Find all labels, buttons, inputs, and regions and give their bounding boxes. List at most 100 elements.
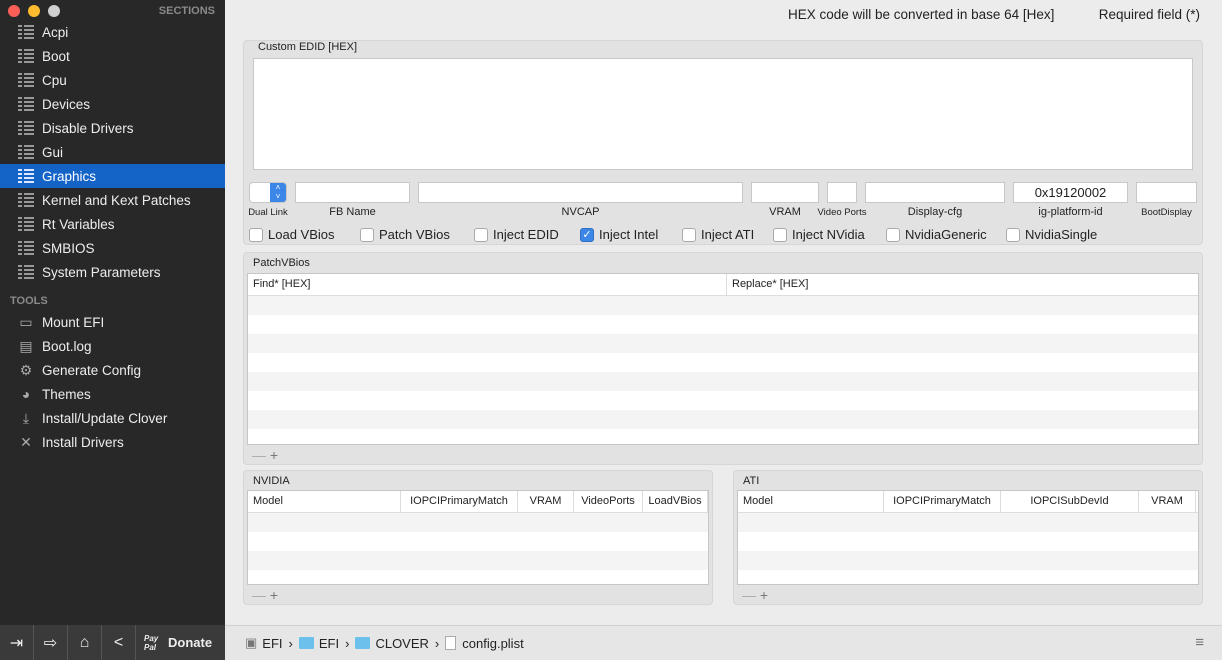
- sidebar-item-acpi[interactable]: Acpi: [0, 20, 225, 44]
- sidebar-item-disable-drivers[interactable]: Disable Drivers: [0, 116, 225, 140]
- add-row-button[interactable]: +: [270, 447, 278, 463]
- fb-name-input[interactable]: [295, 182, 410, 203]
- remove-row-button[interactable]: —: [252, 587, 266, 603]
- breadcrumb-item[interactable]: EFI: [262, 636, 282, 651]
- ati-table[interactable]: Model IOPCIPrimaryMatch IOPCISubDevId VR…: [737, 490, 1199, 585]
- column-header-iopciprimarymatch[interactable]: IOPCIPrimaryMatch: [884, 491, 1001, 512]
- remove-row-button[interactable]: —: [742, 587, 756, 603]
- display-cfg-label: Display-cfg: [907, 206, 963, 218]
- table-row[interactable]: [248, 513, 708, 532]
- tool-item-install-drivers[interactable]: ✕ Install Drivers: [0, 430, 225, 454]
- sidebar-item-label: Acpi: [42, 24, 69, 40]
- patchvbios-controls: — +: [252, 447, 278, 463]
- minimize-window-button[interactable]: [28, 5, 40, 17]
- table-row[interactable]: [248, 551, 708, 570]
- table-row[interactable]: [248, 372, 1198, 391]
- checkbox-inject-ati[interactable]: Inject ATI: [682, 227, 754, 242]
- vram-input[interactable]: [751, 182, 819, 203]
- breadcrumb-item[interactable]: EFI: [319, 636, 339, 651]
- column-header-replace[interactable]: Replace* [HEX]: [727, 274, 1198, 295]
- sidebar-item-smbios[interactable]: SMBIOS: [0, 236, 225, 260]
- add-row-button[interactable]: +: [760, 587, 768, 603]
- tool-item-install-update-clover[interactable]: ⤓ Install/Update Clover: [0, 406, 225, 430]
- nvidia-table[interactable]: Model IOPCIPrimaryMatch VRAM VideoPorts …: [247, 490, 709, 585]
- donate-button[interactable]: Pay Pal Donate: [136, 625, 212, 660]
- checkbox-box: [474, 227, 488, 242]
- column-header-iopciprimarymatch[interactable]: IOPCIPrimaryMatch: [401, 491, 518, 512]
- zoom-window-button[interactable]: [48, 5, 60, 17]
- add-row-button[interactable]: +: [270, 587, 278, 603]
- checkbox-nvidiasingle[interactable]: NvidiaSingle: [1006, 227, 1097, 242]
- column-header-videoports[interactable]: VideoPorts: [574, 491, 643, 512]
- nvidia-label: NVIDIA: [253, 475, 290, 487]
- tool-item-generate-config[interactable]: ⚙ Generate Config: [0, 358, 225, 382]
- sidebar-item-kernel-and-kext-patches[interactable]: Kernel and Kext Patches: [0, 188, 225, 212]
- table-row[interactable]: [248, 334, 1198, 353]
- sidebar-item-cpu[interactable]: Cpu: [0, 68, 225, 92]
- close-window-button[interactable]: [8, 5, 20, 17]
- table-row[interactable]: [738, 513, 1198, 532]
- custom-edid-textarea[interactable]: [253, 58, 1193, 170]
- import-button[interactable]: ⇥: [0, 625, 34, 660]
- checkbox-box: [886, 227, 900, 242]
- column-header-model[interactable]: Model: [248, 491, 401, 512]
- table-row[interactable]: [248, 353, 1198, 372]
- breadcrumb-separator: ›: [434, 635, 440, 651]
- menu-lines-icon[interactable]: ≡: [1195, 634, 1204, 651]
- column-header-vram[interactable]: VRAM: [1139, 491, 1196, 512]
- table-row[interactable]: [248, 391, 1198, 410]
- sidebar-item-devices[interactable]: Devices: [0, 92, 225, 116]
- table-row[interactable]: [738, 532, 1198, 551]
- list-icon: [18, 145, 34, 159]
- column-header-iopcisubdevid[interactable]: IOPCISubDevId: [1001, 491, 1139, 512]
- video-ports-input[interactable]: [827, 182, 857, 203]
- display-cfg-input[interactable]: [865, 182, 1005, 203]
- home-button[interactable]: ⌂: [68, 625, 102, 660]
- dual-link-select[interactable]: ˄ ˅: [249, 182, 287, 203]
- table-row[interactable]: [248, 296, 1198, 315]
- tool-item-mount-efi[interactable]: ▭ Mount EFI: [0, 310, 225, 334]
- table-row[interactable]: [248, 410, 1198, 429]
- checkbox-inject-intel[interactable]: ✓ Inject Intel: [580, 227, 658, 242]
- table-row[interactable]: [738, 551, 1198, 570]
- tool-item-boot-log[interactable]: ▤ Boot.log: [0, 334, 225, 358]
- sidebar-item-label: Rt Variables: [42, 216, 115, 232]
- checkbox-patch-vbios[interactable]: Patch VBios: [360, 227, 450, 242]
- list-icon: [18, 217, 34, 231]
- disk-icon: ▭: [19, 313, 33, 330]
- checkbox-inject-edid[interactable]: Inject EDID: [474, 227, 559, 242]
- table-row[interactable]: [248, 315, 1198, 334]
- tools-icon: ✕: [20, 433, 32, 450]
- share-button[interactable]: <: [102, 625, 136, 660]
- sidebar-item-gui[interactable]: Gui: [0, 140, 225, 164]
- checkbox-nvidiageneric[interactable]: NvidiaGeneric: [886, 227, 987, 242]
- checkbox-load-vbios[interactable]: Load VBios: [249, 227, 335, 242]
- table-row[interactable]: [248, 570, 708, 584]
- column-header-loadvbios[interactable]: LoadVBios: [643, 491, 708, 512]
- sidebar-item-label: Disable Drivers: [42, 120, 134, 136]
- nvcap-input[interactable]: [418, 182, 743, 203]
- list-icon: [18, 25, 34, 39]
- ig-platform-id-input[interactable]: 0x19120002: [1013, 182, 1128, 203]
- breadcrumb-item[interactable]: CLOVER: [375, 636, 428, 651]
- column-header-find[interactable]: Find* [HEX]: [248, 274, 727, 295]
- sidebar-item-rt-variables[interactable]: Rt Variables: [0, 212, 225, 236]
- sidebar-bottom-bar: ⇥ ⇨ ⌂ < Pay Pal Donate: [0, 625, 225, 660]
- checkbox-inject-nvidia[interactable]: Inject NVidia: [773, 227, 865, 242]
- sidebar-item-system-parameters[interactable]: System Parameters: [0, 260, 225, 284]
- column-header-vram[interactable]: VRAM: [518, 491, 574, 512]
- sidebar-item-label: Boot: [42, 48, 70, 64]
- tool-item-themes[interactable]: ◕ Themes: [0, 382, 225, 406]
- breadcrumb-item[interactable]: config.plist: [462, 636, 523, 651]
- table-row[interactable]: [248, 429, 1198, 444]
- table-row[interactable]: [248, 532, 708, 551]
- export-button[interactable]: ⇨: [34, 625, 68, 660]
- boot-display-input[interactable]: [1136, 182, 1197, 203]
- column-header-model[interactable]: Model: [738, 491, 884, 512]
- checkbox-label: Inject NVidia: [792, 227, 865, 242]
- remove-row-button[interactable]: —: [252, 447, 266, 463]
- table-row[interactable]: [738, 570, 1198, 584]
- sidebar-item-boot[interactable]: Boot: [0, 44, 225, 68]
- sidebar-item-graphics[interactable]: Graphics: [0, 164, 225, 188]
- patchvbios-table[interactable]: Find* [HEX] Replace* [HEX]: [247, 273, 1199, 445]
